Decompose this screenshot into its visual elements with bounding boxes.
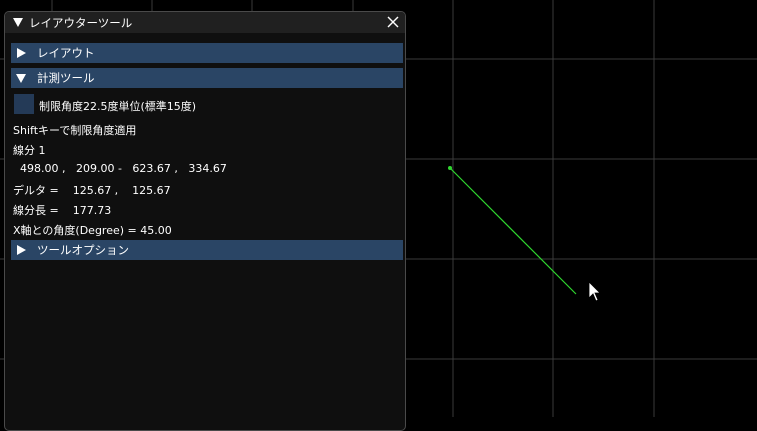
expand-triangle-icon <box>17 245 26 255</box>
segment-label: 線分 1 <box>13 144 46 157</box>
layouter-tool-window: レイアウターツール レイアウト 計測ツール 制限角度22.5度単位(標準15度)… <box>4 11 406 431</box>
expand-triangle-icon <box>17 48 26 58</box>
measure-start-point <box>448 166 452 170</box>
length-text: 線分長 = 177.73 <box>13 204 112 217</box>
window-title: レイアウターツール <box>29 15 133 30</box>
angle-text: X軸との角度(Degree) = 45.00 <box>13 224 172 237</box>
segment-coords: 498.00 , 209.00 - 623.67 , 334.67 <box>13 162 227 175</box>
section-header-layout[interactable]: レイアウト <box>11 43 403 63</box>
section-header-measure[interactable]: 計測ツール <box>11 68 403 88</box>
section-label: 計測ツール <box>37 71 95 85</box>
close-icon[interactable] <box>385 14 401 30</box>
snap-angle-label: 制限角度22.5度単位(標準15度) <box>39 100 197 113</box>
snap-angle-checkbox[interactable] <box>14 94 34 114</box>
collapse-triangle-icon <box>16 73 26 83</box>
section-header-options[interactable]: ツールオプション <box>11 240 403 260</box>
delta-text: デルタ = 125.67 , 125.67 <box>13 184 171 197</box>
section-label: レイアウト <box>37 46 95 60</box>
measure-line <box>449 167 577 295</box>
section-label: ツールオプション <box>37 243 129 257</box>
collapse-triangle-icon[interactable] <box>13 18 23 27</box>
shift-hint-text: Shiftキーで制限角度適用 <box>13 124 137 137</box>
mouse-cursor-icon <box>588 281 601 302</box>
window-titlebar[interactable]: レイアウターツール <box>5 12 405 33</box>
